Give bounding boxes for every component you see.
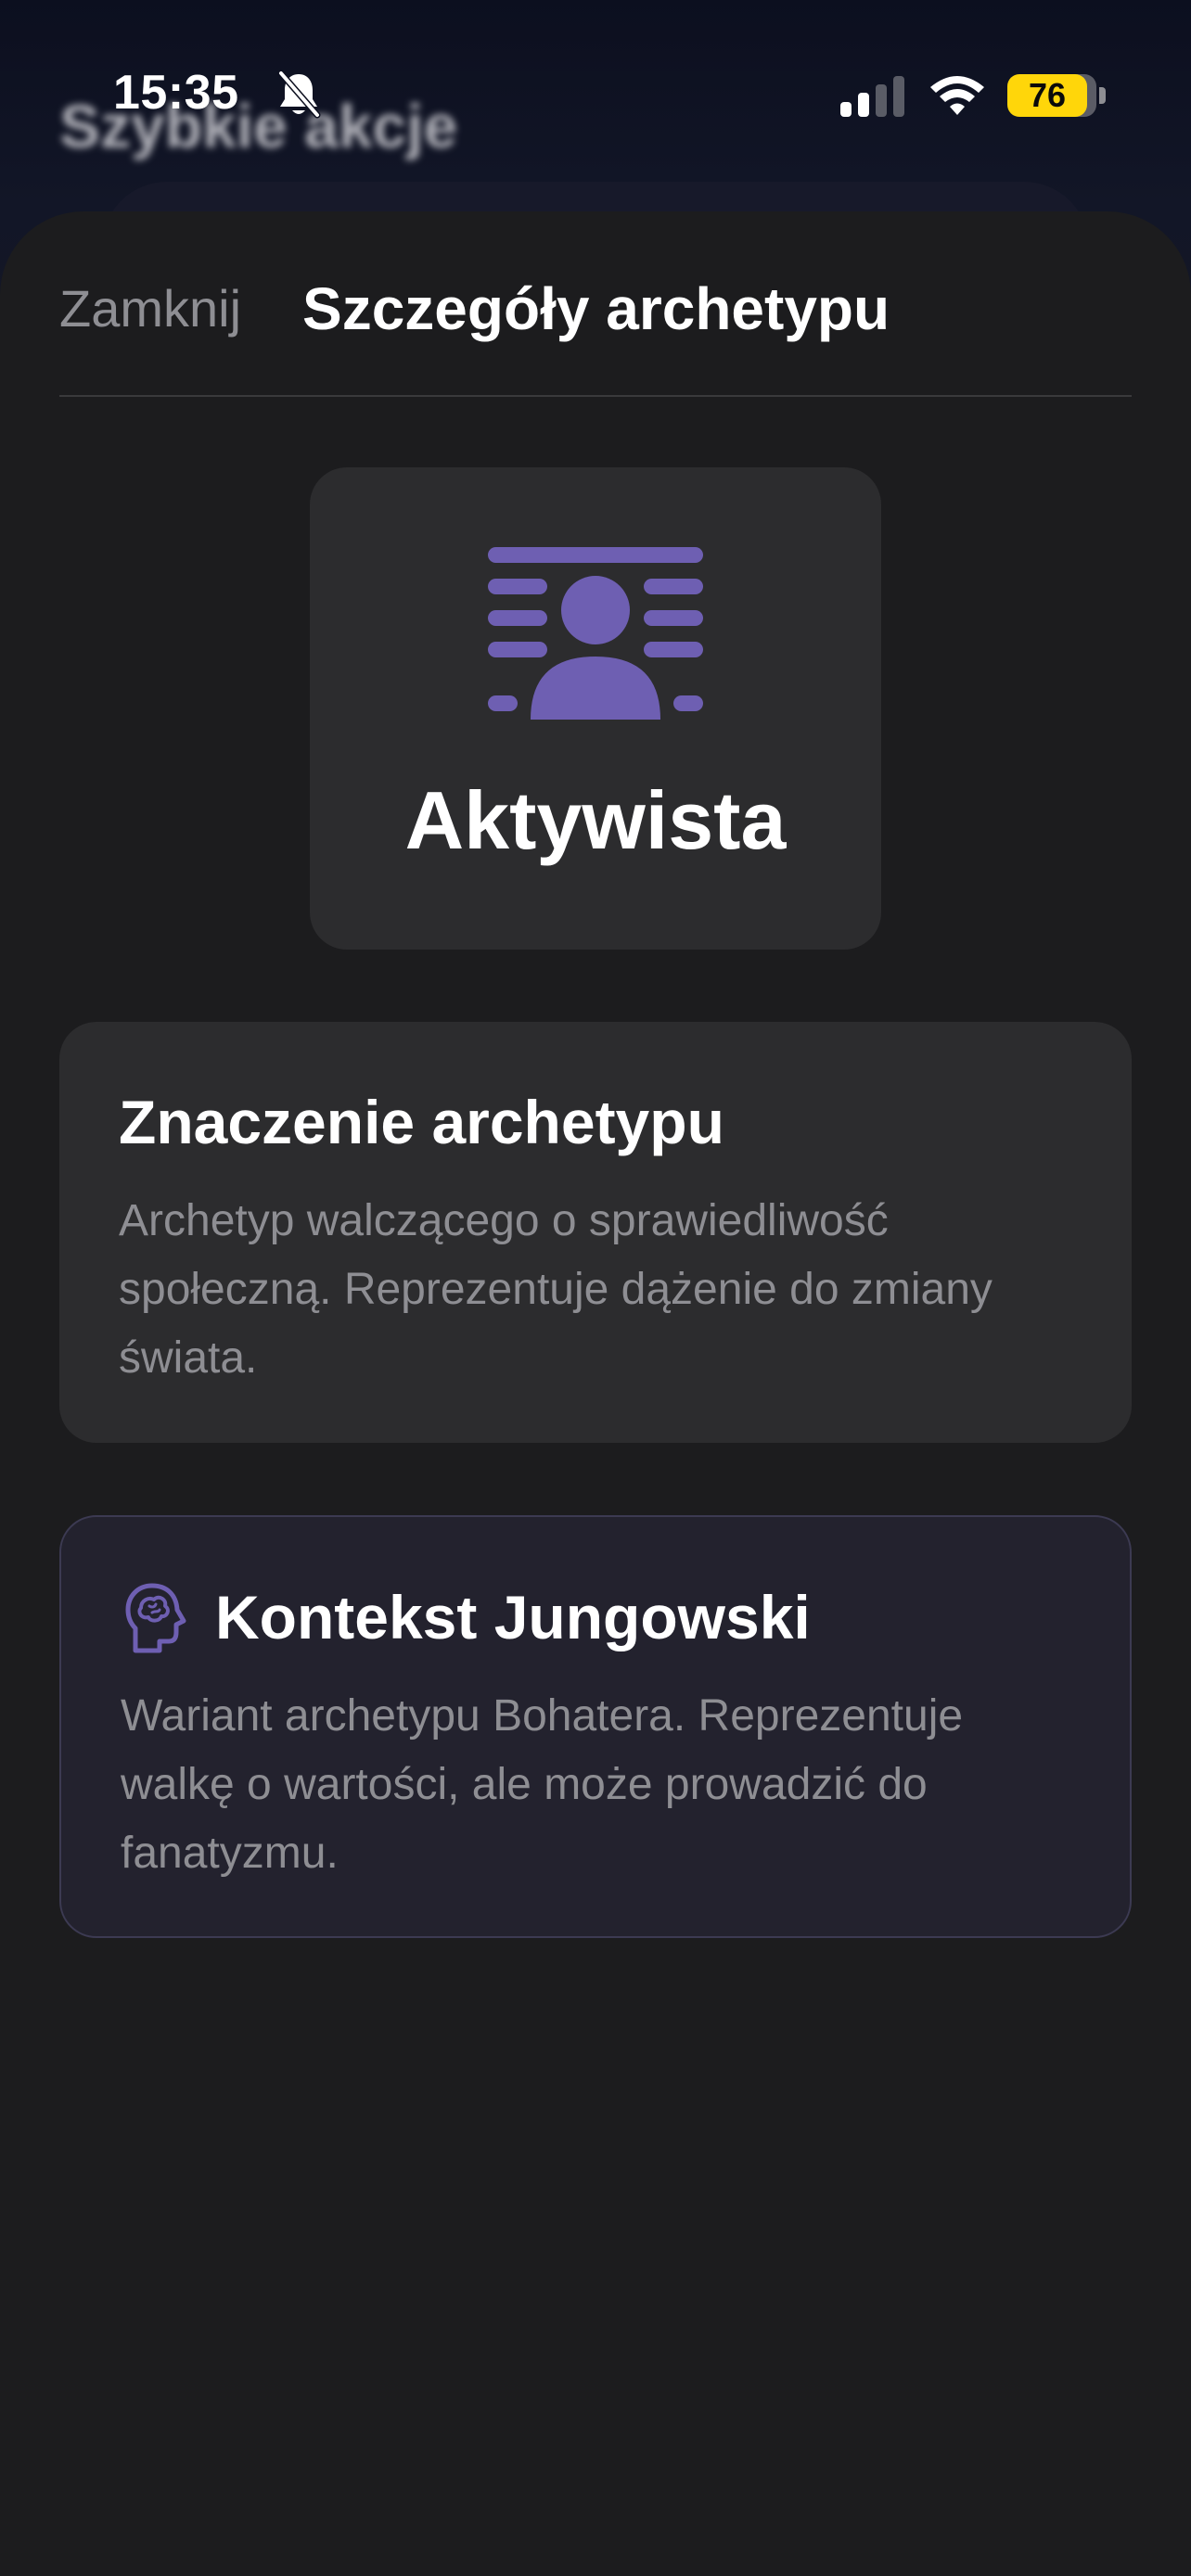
battery-level: 76 xyxy=(1007,74,1087,117)
nav-divider xyxy=(59,395,1132,397)
jung-card-body: Wariant archetypu Bohatera. Reprezentuje… xyxy=(121,1691,964,1878)
battery-icon: 76 xyxy=(1007,74,1106,117)
archetype-hero-card: Aktywista xyxy=(310,467,881,950)
cellular-signal-icon xyxy=(840,76,904,117)
sheet-title: Szczegóły archetypu xyxy=(302,275,890,342)
bell-slash-icon xyxy=(277,70,321,119)
jung-context-card: Kontekst Jungowski Wariant archetypu Boh… xyxy=(59,1515,1132,1938)
meaning-card-body: Archetyp walczącego o sprawiedliwość spo… xyxy=(119,1196,992,1383)
close-button[interactable]: Zamknij xyxy=(59,278,241,338)
wifi-icon xyxy=(930,76,984,115)
brain-head-icon xyxy=(125,1583,186,1653)
person-lines-icon xyxy=(488,547,703,720)
screen: Szybkie akcje 15:35 76 Zamknij Szczegóły… xyxy=(0,0,1191,2576)
battery-cap xyxy=(1099,87,1106,104)
status-time: 15:35 xyxy=(113,66,239,120)
meaning-card: Znaczenie archetypu Archetyp walczącego … xyxy=(59,1022,1132,1443)
archetype-name: Aktywista xyxy=(404,774,787,866)
meaning-card-title: Znaczenie archetypu xyxy=(119,1088,724,1156)
archetype-details-sheet: Zamknij Szczegóły archetypu Aktywista Zn… xyxy=(0,211,1191,2576)
jung-card-title: Kontekst Jungowski xyxy=(215,1583,811,1651)
